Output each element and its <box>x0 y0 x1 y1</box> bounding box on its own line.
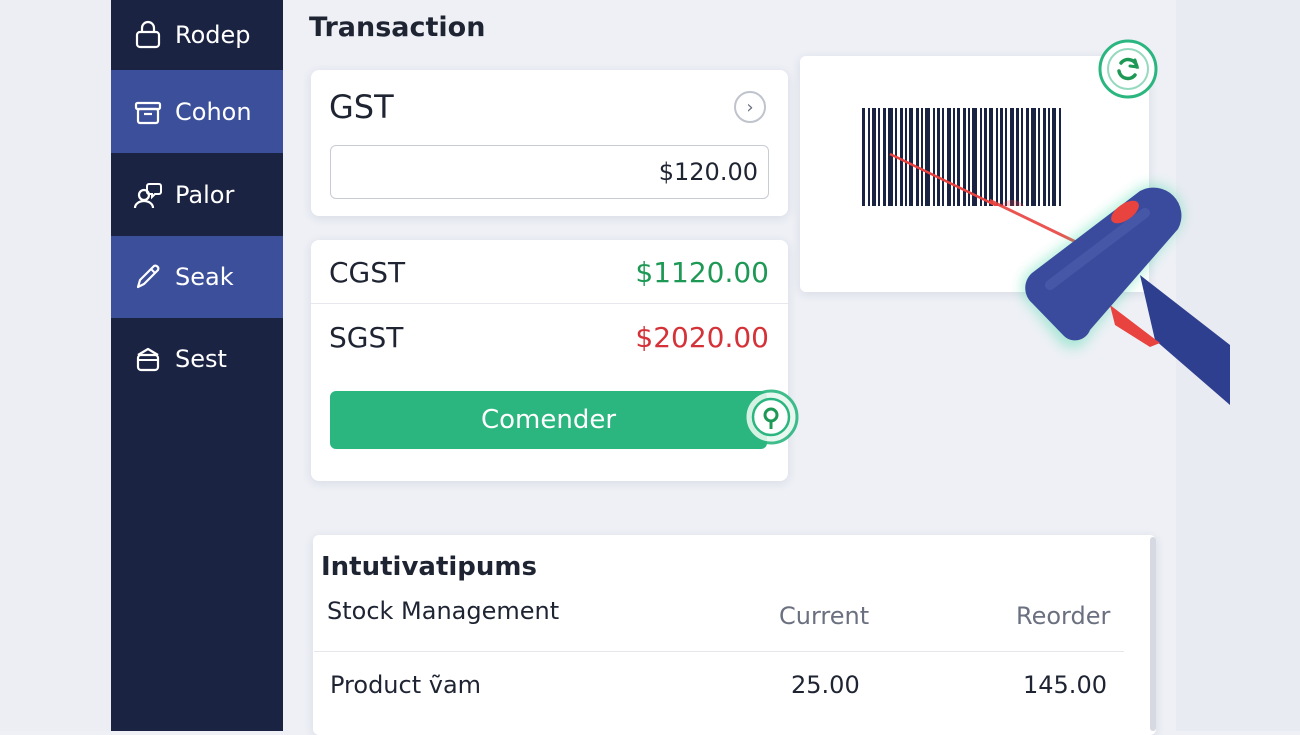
tax-value: $2020.00 <box>635 320 769 354</box>
left-gutter <box>0 0 111 731</box>
sidebar-item-sest[interactable]: Sest <box>111 318 283 400</box>
column-header-reorder[interactable]: Reorder <box>1016 602 1110 630</box>
product-name: Product ṽam <box>330 671 482 699</box>
sidebar: Rodep Cohon Palor Seak Sest <box>111 0 283 731</box>
confirm-button[interactable]: Comender <box>330 391 767 449</box>
tax-label: CGST <box>329 256 406 289</box>
sidebar-item-rodep[interactable]: Rodep <box>111 0 283 70</box>
column-header-current[interactable]: Current <box>779 602 869 630</box>
tax-value: $1120.00 <box>635 256 769 289</box>
sidebar-item-palor[interactable]: Palor <box>111 153 283 236</box>
tax-row-sgst: SGST $2020.00 <box>311 306 788 368</box>
tax-label: SGST <box>329 320 404 354</box>
reorder-value: 145.00 <box>1023 671 1107 699</box>
sidebar-item-cohon[interactable]: Cohon <box>111 70 283 153</box>
current-value: 25.00 <box>791 671 860 699</box>
gst-card: GST › <box>311 70 788 216</box>
stock-subtitle: Stock Management <box>327 597 560 625</box>
sidebar-item-label: Seak <box>175 263 234 291</box>
page-title: Transaction <box>309 12 486 43</box>
sidebar-item-seak[interactable]: Seak <box>111 236 283 318</box>
refresh-icon[interactable] <box>1097 38 1159 100</box>
sidebar-item-label: Palor <box>175 180 235 209</box>
bag-icon <box>133 344 163 374</box>
touch-icon[interactable] <box>743 389 799 445</box>
tax-row-cgst: CGST $1120.00 <box>311 242 788 304</box>
sidebar-item-label: Rodep <box>175 21 251 49</box>
gst-amount-field[interactable] <box>330 145 769 199</box>
lock-icon <box>133 20 163 50</box>
pencil-icon <box>133 262 163 292</box>
sidebar-item-label: Sest <box>175 345 227 373</box>
barcode-scanner-icon <box>891 151 1230 409</box>
gst-label: GST <box>329 88 394 126</box>
package-icon <box>133 97 163 127</box>
table-row[interactable]: Product ṽam 25.00 145.00 <box>314 651 1124 724</box>
sidebar-item-label: Cohon <box>175 97 252 126</box>
tax-card: CGST $1120.00 SGST $2020.00 Comender <box>311 240 788 481</box>
chevron-right-icon[interactable]: › <box>734 91 766 123</box>
stock-title: Intutivatipums <box>321 552 537 582</box>
stock-scrollbar[interactable] <box>1150 537 1156 731</box>
user-chat-icon <box>133 180 163 210</box>
